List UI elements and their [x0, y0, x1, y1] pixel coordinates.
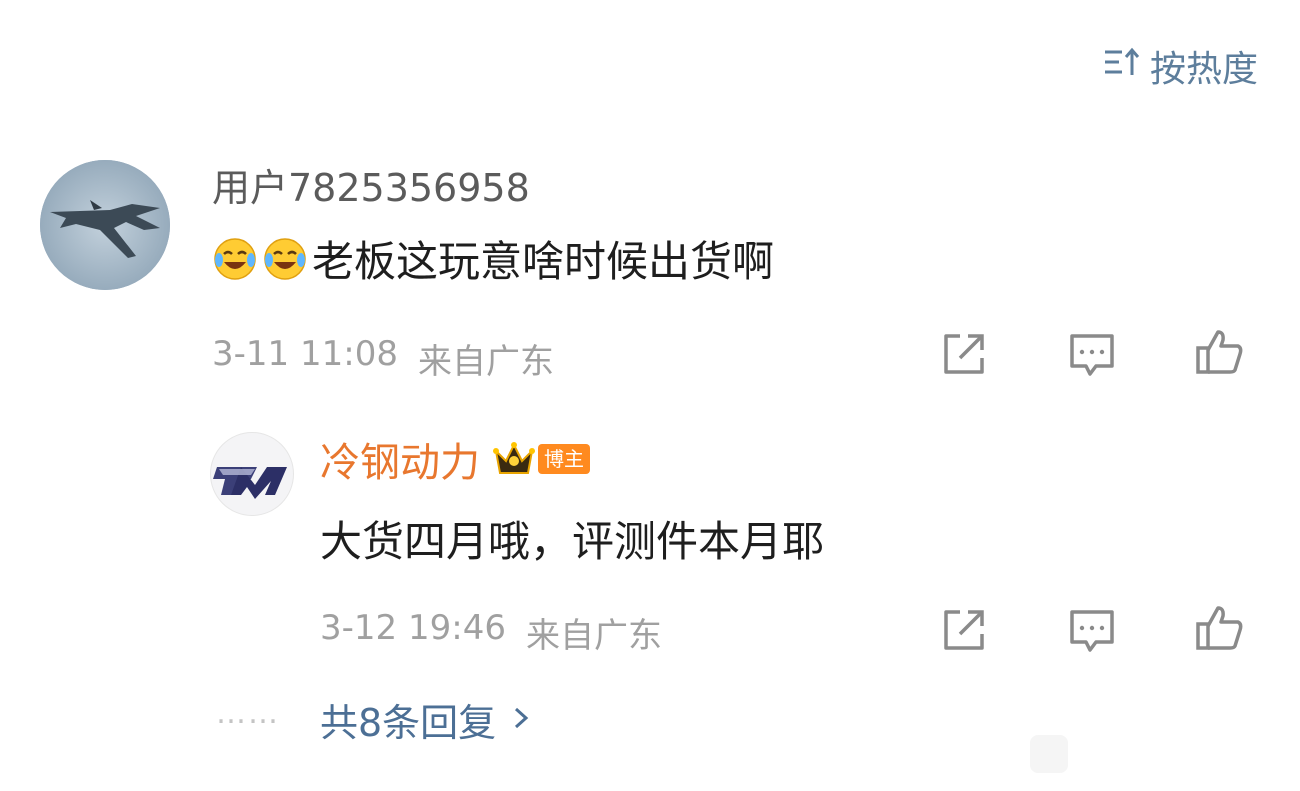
reply-text: 大货四月哦，评测件本月耶 — [320, 517, 825, 566]
reply-avatar[interactable] — [210, 432, 294, 516]
reply-button[interactable] — [1066, 604, 1118, 656]
more-replies-label: 共8条回复 — [320, 701, 497, 745]
share-button[interactable] — [938, 604, 990, 656]
reply-username-row: 冷钢动力 博主 — [320, 430, 590, 488]
comment-icon — [1070, 610, 1114, 652]
share-icon — [944, 334, 984, 374]
share-icon — [944, 610, 984, 650]
laugh-cry-emoji — [262, 236, 308, 282]
location: 来自广东 — [525, 616, 662, 656]
comment-meta: 3-11 11:08 来自广东 — [212, 334, 554, 383]
watermark-icon — [1030, 735, 1068, 773]
avatar[interactable] — [40, 160, 170, 290]
reply-meta: 3-12 19:46 来自广东 — [320, 608, 662, 657]
sort-label: 按热度 — [1149, 49, 1258, 90]
sort-by-hot-button[interactable]: 按热度 — [1102, 40, 1258, 92]
comment-icon — [1070, 334, 1114, 376]
sort-icon — [1102, 42, 1142, 91]
comment-text: 老板这玩意啥时候出货啊 — [212, 228, 774, 289]
share-button[interactable] — [938, 328, 990, 380]
reply-username[interactable]: 冷钢动力 — [320, 430, 480, 488]
like-button[interactable] — [1194, 602, 1246, 654]
timestamp: 3-11 11:08 — [212, 334, 398, 374]
username[interactable]: 用户7825356958 — [212, 157, 530, 212]
like-icon — [1196, 606, 1243, 650]
comment-thread: 按热度 用户7825356958 老板这玩意啥时候出货啊 3-11 11:08 … — [0, 0, 1300, 791]
comment-body: 老板这玩意啥时候出货啊 — [312, 237, 775, 286]
timestamp: 3-12 19:46 — [320, 608, 506, 648]
reply-button[interactable] — [1066, 328, 1118, 380]
like-button[interactable] — [1194, 326, 1246, 378]
crown-icon — [492, 439, 536, 479]
laugh-cry-emoji — [212, 236, 258, 282]
location: 来自广东 — [417, 342, 554, 382]
more-replies-link[interactable]: 共8条回复 — [320, 692, 532, 747]
divider-dots: …… — [216, 696, 280, 731]
blogger-badge: 博主 — [538, 444, 590, 474]
chevron-right-icon — [510, 698, 532, 742]
like-icon — [1196, 330, 1243, 374]
